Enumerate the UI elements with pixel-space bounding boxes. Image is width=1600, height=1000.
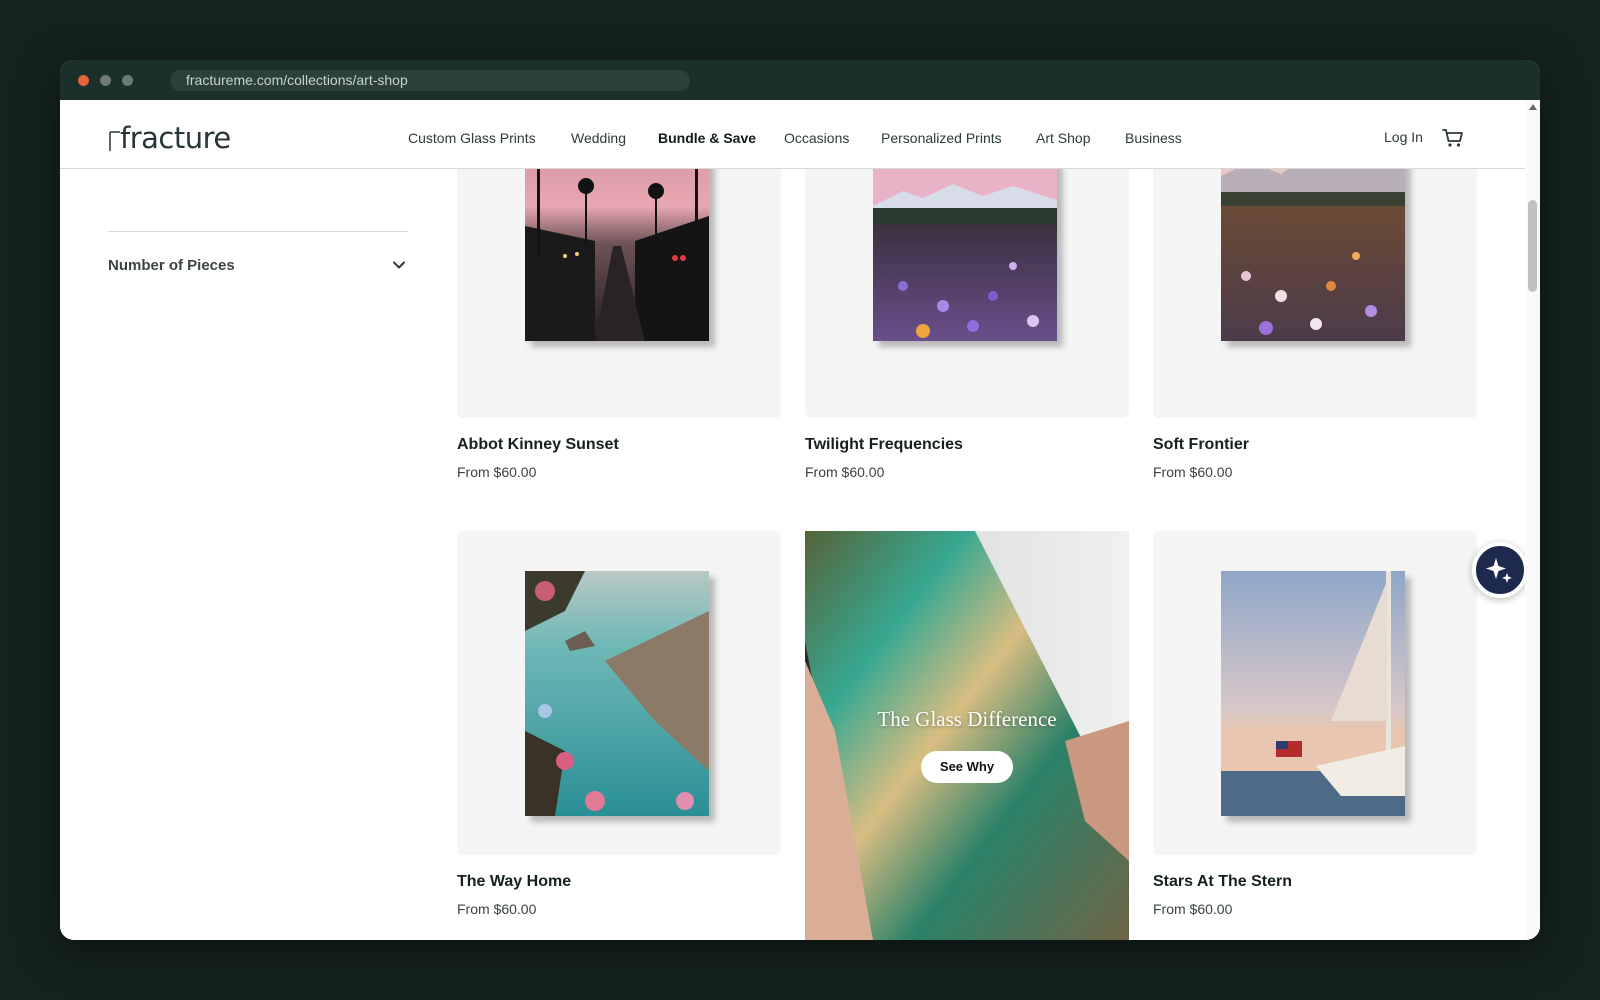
chevron-down-icon[interactable] [392,258,406,272]
nav-occasions[interactable]: Occasions [784,130,849,146]
page-scrollbar[interactable] [1525,100,1540,940]
nav-personalized-prints[interactable]: Personalized Prints [881,130,1002,146]
filter-divider [108,231,408,232]
product-title[interactable]: Twilight Frequencies [805,436,963,454]
address-bar[interactable]: fractureme.com/collections/art-shop [170,70,690,91]
maximize-window-button[interactable] [122,75,133,86]
nav-custom-glass-prints[interactable]: Custom Glass Prints [408,130,536,146]
promo-glass-difference[interactable]: The Glass Difference See Why [805,531,1129,940]
filter-number-of-pieces[interactable]: Number of Pieces [108,257,235,274]
promo-image [805,531,1129,940]
minimize-window-button[interactable] [100,75,111,86]
scroll-up-arrow-icon[interactable] [1529,104,1537,110]
nav-art-shop[interactable]: Art Shop [1036,130,1090,146]
product-title[interactable]: The Way Home [457,873,571,891]
logo-text: fracture [120,121,231,155]
page-viewport: Number of Pieces Abbot Kinney Sunset Fro… [60,100,1540,940]
product-image-tile[interactable] [1153,531,1477,855]
nav-business[interactable]: Business [1125,130,1182,146]
product-price: From $60.00 [805,464,885,480]
login-link[interactable]: Log In [1384,129,1423,145]
close-window-button[interactable] [78,75,89,86]
site-header: fracture Custom Glass Prints Wedding Bun… [60,100,1525,169]
sparkle-icon [1486,558,1512,583]
product-price: From $60.00 [1153,901,1233,917]
product-price: From $60.00 [1153,464,1233,480]
promo-title: The Glass Difference [877,707,1057,731]
product-image [1221,571,1405,816]
product-price: From $60.00 [457,901,537,917]
ai-assistant-button[interactable] [1472,542,1528,598]
nav-wedding[interactable]: Wedding [571,130,626,146]
browser-window: fractureme.com/collections/art-shop Numb… [60,60,1540,940]
product-price: From $60.00 [457,464,537,480]
browser-toolbar: fractureme.com/collections/art-shop [60,60,1540,100]
see-why-button[interactable]: See Why [921,751,1013,783]
product-title[interactable]: Soft Frontier [1153,436,1249,454]
scrollbar-thumb[interactable] [1528,200,1537,292]
product-title[interactable]: Stars At The Stern [1153,873,1292,891]
cart-icon[interactable] [1442,128,1464,148]
product-image-tile[interactable] [457,531,781,855]
nav-bundle-and-save[interactable]: Bundle & Save [658,130,756,146]
product-title[interactable]: Abbot Kinney Sunset [457,436,619,454]
product-image [525,571,709,816]
